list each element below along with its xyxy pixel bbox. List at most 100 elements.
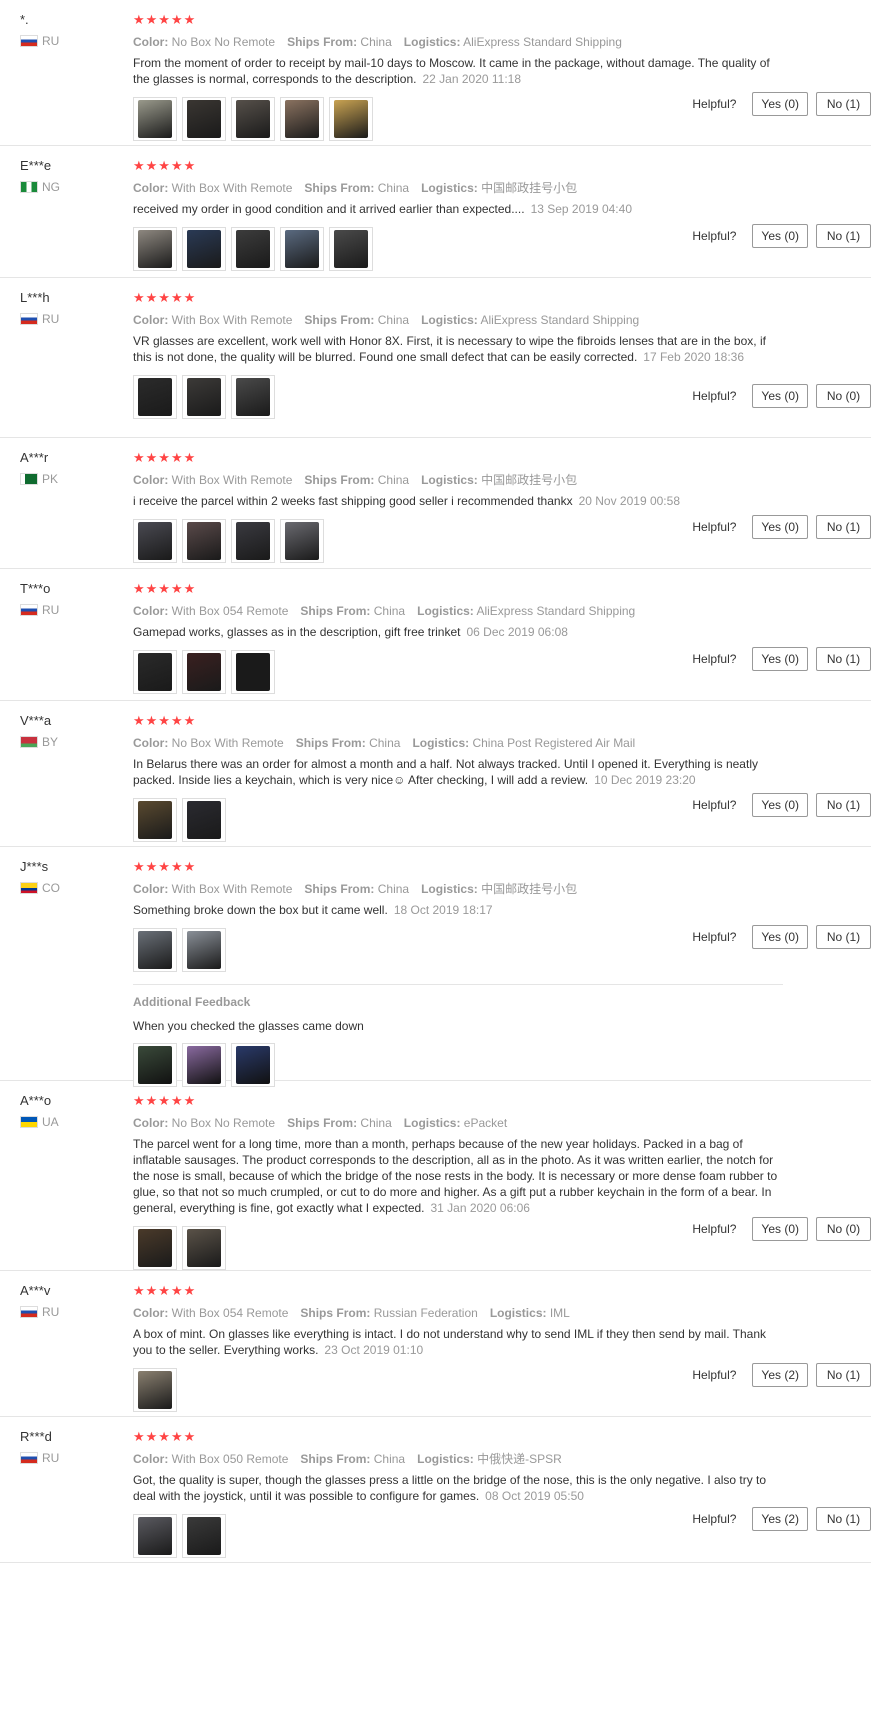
review-meta: Color: With Box With Remote Ships From: C…: [133, 180, 783, 196]
photo-image: [236, 230, 270, 268]
helpful-no-button[interactable]: No (0): [816, 384, 871, 408]
helpful-voting: Helpful? Yes (0) No (0): [692, 1217, 871, 1241]
review-photo-thumbnail[interactable]: [231, 97, 275, 141]
helpful-no-button[interactable]: No (0): [816, 1217, 871, 1241]
review-photo-thumbnail[interactable]: [182, 375, 226, 419]
review-photo-thumbnail[interactable]: [329, 227, 373, 271]
review-body: ★★★★★ Color: With Box 054 Remote Ships Fro…: [133, 1283, 783, 1412]
review-meta: Color: With Box 054 Remote Ships From: Ru…: [133, 1305, 783, 1321]
review-photo-thumbnail[interactable]: [280, 97, 324, 141]
reviewer-name: A***v: [20, 1283, 51, 1298]
photo-image: [138, 931, 172, 969]
helpful-label: Helpful?: [692, 798, 737, 812]
review-photo-thumbnail[interactable]: [133, 97, 177, 141]
review-photo-thumbnail[interactable]: [182, 227, 226, 271]
additional-feedback: Additional Feedback When you checked the …: [133, 984, 783, 1087]
review-photo-thumbnail[interactable]: [280, 227, 324, 271]
review-photo-thumbnail[interactable]: [182, 519, 226, 563]
review-photos: [133, 375, 783, 419]
helpful-yes-button[interactable]: Yes (0): [752, 384, 808, 408]
review-photo-thumbnail[interactable]: [182, 97, 226, 141]
helpful-no-button[interactable]: No (1): [816, 793, 871, 817]
review-meta: Color: With Box With Remote Ships From: C…: [133, 312, 783, 328]
helpful-yes-button[interactable]: Yes (0): [752, 1217, 808, 1241]
helpful-no-button[interactable]: No (1): [816, 224, 871, 248]
helpful-no-button[interactable]: No (1): [816, 92, 871, 116]
review-photo-thumbnail[interactable]: [133, 798, 177, 842]
review-photo-thumbnail[interactable]: [133, 928, 177, 972]
country-code: RU: [42, 1305, 60, 1319]
helpful-label: Helpful?: [692, 389, 737, 403]
helpful-yes-button[interactable]: Yes (0): [752, 793, 808, 817]
helpful-yes-button[interactable]: Yes (0): [752, 515, 808, 539]
review-photo-thumbnail[interactable]: [182, 928, 226, 972]
helpful-yes-button[interactable]: Yes (0): [752, 224, 808, 248]
review-body: ★★★★★ Color: With Box With Remote Ships Fr…: [133, 450, 783, 563]
ships-from-label: Ships From:: [287, 1116, 358, 1130]
rating-stars: ★★★★★: [133, 859, 197, 874]
review-photo-thumbnail[interactable]: [133, 1368, 177, 1412]
helpful-no-button[interactable]: No (1): [816, 1363, 871, 1387]
reviewer-name: T***o: [20, 581, 51, 596]
review-date: 08 Oct 2019 05:50: [485, 1489, 584, 1503]
color-label: Color:: [133, 736, 169, 750]
review-text: A box of mint. On glasses like everythin…: [133, 1326, 783, 1358]
review-photo-thumbnail[interactable]: [280, 519, 324, 563]
review-photo-thumbnail[interactable]: [231, 519, 275, 563]
photo-image: [138, 1371, 172, 1409]
review-photo-thumbnail[interactable]: [133, 650, 177, 694]
review-photo-thumbnail[interactable]: [182, 1226, 226, 1270]
logistics-label: Logistics:: [489, 1306, 547, 1320]
country-flag-icon: [20, 1116, 38, 1128]
review-text: Something broke down the box but it came…: [133, 902, 783, 918]
review-photo-thumbnail[interactable]: [182, 1514, 226, 1558]
color-label: Color:: [133, 35, 169, 49]
helpful-no-button[interactable]: No (1): [816, 647, 871, 671]
photo-image: [187, 1046, 221, 1084]
ships-from-value: China: [373, 604, 406, 618]
review-date: 10 Dec 2019 23:20: [594, 773, 696, 787]
review-photo-thumbnail[interactable]: [133, 519, 177, 563]
review-body: ★★★★★ Color: No Box No Remote Ships From: …: [133, 12, 783, 141]
review-photo-thumbnail[interactable]: [133, 375, 177, 419]
review-photos: [133, 1226, 783, 1270]
helpful-label: Helpful?: [692, 652, 737, 666]
helpful-no-button[interactable]: No (1): [816, 1507, 871, 1531]
review-photo-thumbnail[interactable]: [133, 227, 177, 271]
logistics-label: Logistics:: [417, 604, 474, 618]
helpful-no-button[interactable]: No (1): [816, 515, 871, 539]
review-content: Got, the quality is super, though the gl…: [133, 1473, 767, 1503]
color-value: With Box 050 Remote: [171, 1452, 289, 1466]
review-photo-thumbnail[interactable]: [231, 650, 275, 694]
review-photo-thumbnail[interactable]: [133, 1226, 177, 1270]
review-meta: Color: No Box No Remote Ships From: China…: [133, 34, 783, 50]
reviewer-country: RU: [20, 603, 120, 617]
helpful-yes-button[interactable]: Yes (2): [752, 1363, 808, 1387]
review-date: 20 Nov 2019 00:58: [578, 494, 680, 508]
review-photos: [133, 519, 783, 563]
review-photo-thumbnail[interactable]: [182, 650, 226, 694]
review-photo-thumbnail[interactable]: [231, 375, 275, 419]
helpful-yes-button[interactable]: Yes (0): [752, 925, 808, 949]
review-photos: [133, 928, 783, 972]
photo-image: [138, 230, 172, 268]
ships-from-value: China: [377, 181, 410, 195]
color-value: With Box With Remote: [171, 473, 293, 487]
helpful-no-button[interactable]: No (1): [816, 925, 871, 949]
helpful-label: Helpful?: [692, 229, 737, 243]
review-photo-thumbnail[interactable]: [182, 798, 226, 842]
ships-from-value: China: [377, 313, 410, 327]
helpful-yes-button[interactable]: Yes (0): [752, 92, 808, 116]
review-photo-thumbnail[interactable]: [329, 97, 373, 141]
color-label: Color:: [133, 882, 169, 896]
logistics-label: Logistics:: [417, 1452, 474, 1466]
photo-image: [138, 378, 172, 416]
review-body: ★★★★★ Color: No Box With Remote Ships From…: [133, 713, 783, 842]
review-photo-thumbnail[interactable]: [231, 227, 275, 271]
ships-from-value: China: [360, 1116, 392, 1130]
helpful-label: Helpful?: [692, 1222, 737, 1236]
photo-image: [236, 522, 270, 560]
helpful-yes-button[interactable]: Yes (2): [752, 1507, 808, 1531]
helpful-yes-button[interactable]: Yes (0): [752, 647, 808, 671]
review-photo-thumbnail[interactable]: [133, 1514, 177, 1558]
